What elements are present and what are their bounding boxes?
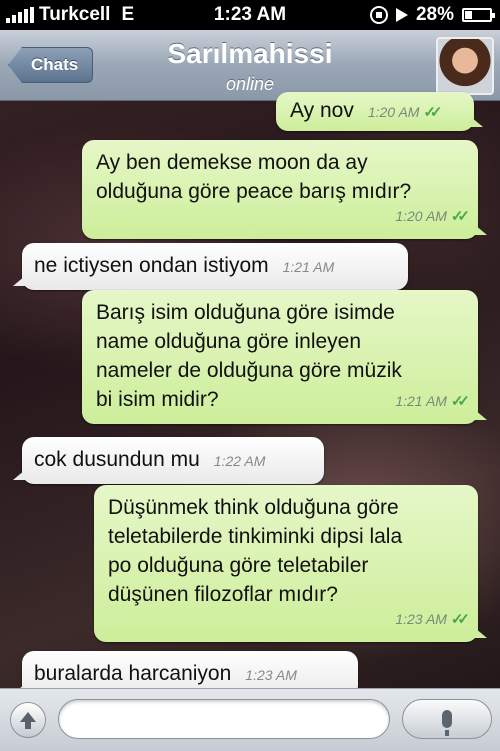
read-ticks-icon: ✓✓ xyxy=(450,393,470,410)
chats-back-button[interactable]: Chats xyxy=(8,47,94,83)
message-text-line: teletabilerde tinkiminki dipsi lala xyxy=(108,525,403,548)
contact-name[interactable]: Sarılmahissi xyxy=(100,38,400,70)
message-time: 1:20 AM ✓✓ xyxy=(367,104,443,121)
message-text: Ay nov xyxy=(290,99,354,122)
message-bubble-outgoing[interactable]: Düşünmek think olduğuna göre teletabiler… xyxy=(94,485,487,642)
message-time: 1:21 AM ✓✓ xyxy=(395,393,470,410)
battery-percent: 28% xyxy=(415,4,454,25)
message-input[interactable] xyxy=(58,699,390,739)
message-text-line: nameler de olduğuna göre müzik xyxy=(96,359,402,382)
read-ticks-icon: ✓✓ xyxy=(450,208,470,225)
status-bar: Turkcell E 1:23 AM 28% xyxy=(0,0,500,30)
message-text: buralarda harcaniyon xyxy=(34,662,232,685)
message-time: 1:23 AM ✓✓ xyxy=(395,611,470,628)
message-bubble-outgoing[interactable]: Ay nov 1:20 AM ✓✓ xyxy=(276,92,483,131)
voice-message-button[interactable] xyxy=(402,699,492,739)
read-ticks-icon: ✓✓ xyxy=(423,104,442,121)
message-bubble-outgoing[interactable]: Barış isim olduğuna göre isimde name old… xyxy=(82,290,487,424)
message-text-line: Düşünmek think olduğuna göre xyxy=(108,496,399,519)
message-text-line: po olduğuna göre teletabiler xyxy=(108,554,369,577)
message-time: 1:22 AM xyxy=(213,453,266,469)
message-text: ne ictiysen ondan istiyom xyxy=(34,254,269,277)
contact-avatar[interactable] xyxy=(436,37,494,95)
message-time: 1:20 AM ✓✓ xyxy=(395,208,470,225)
message-text: cok dusundun mu xyxy=(34,448,200,471)
message-text-line: name olduğuna göre inleyen xyxy=(96,330,362,353)
battery-icon xyxy=(462,8,495,22)
message-text-line: Ay ben demekse moon da ay xyxy=(96,151,368,174)
message-time: 1:21 AM xyxy=(282,259,335,275)
message-bubble-incoming[interactable]: ne ictiysen ondan istiyom 1:21 AM xyxy=(13,243,408,290)
message-bubble-incoming[interactable]: cok dusundun mu 1:22 AM xyxy=(13,437,324,484)
read-ticks-icon: ✓✓ xyxy=(450,611,470,628)
message-input-bar xyxy=(0,688,500,751)
upload-arrow-icon xyxy=(20,712,36,729)
nav-bar: Chats Sarılmahissi online xyxy=(0,30,500,101)
message-text-line: bi isim midir? xyxy=(96,388,219,411)
rotation-lock-icon xyxy=(369,6,388,24)
play-icon xyxy=(395,8,408,22)
microphone-icon xyxy=(442,710,452,736)
message-time: 1:23 AM xyxy=(245,667,297,683)
message-bubble-outgoing[interactable]: Ay ben demekse moon da ay olduğuna göre … xyxy=(82,140,487,239)
status-right: 28% xyxy=(369,4,495,26)
message-text-line: Barış isim olduğuna göre isimde xyxy=(96,301,395,324)
attach-button[interactable] xyxy=(10,702,46,738)
